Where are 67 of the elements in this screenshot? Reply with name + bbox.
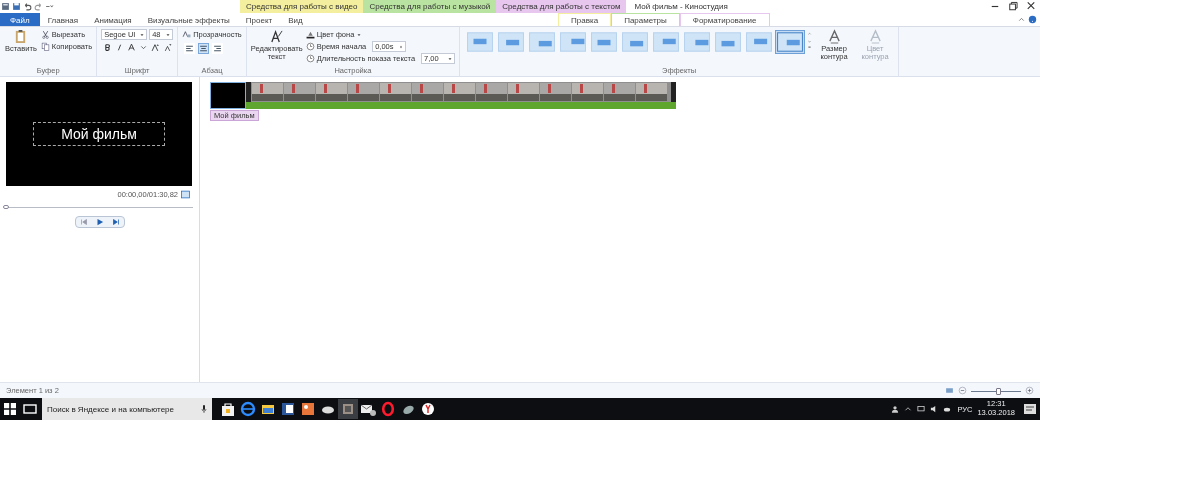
microphone-icon[interactable] [201, 404, 207, 414]
video-clip-filmstrip[interactable] [246, 82, 676, 109]
title-clip[interactable] [210, 82, 246, 109]
thumbnail-size-icon[interactable] [945, 386, 954, 395]
caret-icon [166, 32, 171, 37]
caption-selection-frame[interactable]: Мой фильм [33, 122, 165, 146]
zoom-in-icon[interactable] [1025, 386, 1034, 395]
context-tab-group-label: Средства для работы с музыкой [363, 0, 497, 13]
ribbon-tab[interactable]: Вид [280, 13, 311, 26]
effect-thumbnail[interactable] [497, 31, 526, 53]
context-tab-group-label: Средства для работы с видео [240, 0, 364, 13]
zoom-slider[interactable] [971, 386, 1021, 395]
scissors-icon [40, 30, 50, 39]
ribbon-tab[interactable]: Файл [0, 13, 40, 26]
effect-thumbnail[interactable] [652, 31, 681, 53]
outlined-letter-icon [868, 29, 882, 44]
effect-thumbnail[interactable] [466, 31, 495, 53]
font-color-icon[interactable] [127, 43, 137, 52]
spinner-arrows-icon [399, 44, 404, 49]
bold-icon[interactable] [103, 43, 113, 52]
film-icon[interactable] [338, 399, 358, 419]
caret-icon [448, 56, 453, 61]
ribbon-tab[interactable]: Анимация [86, 13, 140, 26]
effect-thumbnail[interactable] [590, 31, 619, 53]
save-icon[interactable] [12, 2, 21, 11]
shrink-font-icon[interactable] [163, 43, 173, 52]
caret-icon [357, 32, 362, 37]
paint-bucket-icon [305, 30, 315, 39]
fullscreen-icon[interactable] [181, 190, 190, 199]
monitor-icon[interactable] [916, 404, 927, 414]
ribbon-tab[interactable]: Параметры [611, 13, 680, 26]
effect-thumbnail[interactable] [745, 31, 774, 53]
align-icon[interactable] [198, 43, 210, 54]
ribbon-tab[interactable]: Правка [558, 13, 612, 26]
ribbon-tab[interactable]: Проект [237, 13, 281, 26]
clock-icon [305, 54, 315, 63]
collapse-ribbon-icon[interactable] [1017, 15, 1026, 24]
ribbon-tab[interactable]: Форматирование [679, 13, 770, 26]
seek-slider[interactable] [6, 204, 193, 211]
transparency-icon [182, 30, 192, 39]
search-field[interactable]: Поиск в Яндексе и на компьютере [42, 398, 212, 420]
effect-thumbnail[interactable] [528, 31, 557, 53]
copy-icon [40, 42, 50, 51]
effect-thumbnail[interactable] [683, 31, 712, 53]
align-icon[interactable] [212, 43, 224, 54]
browser-icon[interactable] [238, 399, 258, 419]
window-title: Мой фильм - Киностудия [634, 1, 728, 13]
outlined-letter-icon [827, 29, 841, 44]
clock-icon [305, 42, 315, 51]
align-icon[interactable] [184, 43, 196, 54]
person-icon[interactable] [890, 404, 901, 414]
caret-icon[interactable] [45, 2, 54, 11]
effect-thumbnail[interactable] [621, 31, 650, 53]
app-menu-icon[interactable] [1, 2, 10, 11]
ribbon-tab[interactable]: Визуальные эффекты [139, 13, 238, 26]
zoom-out-icon[interactable] [958, 386, 967, 395]
preview-caption: Мой фильм [61, 126, 137, 142]
text-pen-icon [270, 29, 284, 44]
help-icon[interactable] [1028, 15, 1037, 24]
ribbon-tab[interactable]: Главная [39, 13, 87, 26]
context-tab-group-label: Средства для работы с текстом [496, 0, 627, 13]
undo-icon[interactable] [23, 2, 32, 11]
effect-thumbnail[interactable] [776, 31, 805, 53]
caret-icon [140, 32, 145, 37]
effect-thumbnail[interactable] [559, 31, 588, 53]
grow-font-icon[interactable] [151, 43, 161, 52]
effect-thumbnail[interactable] [714, 31, 743, 53]
